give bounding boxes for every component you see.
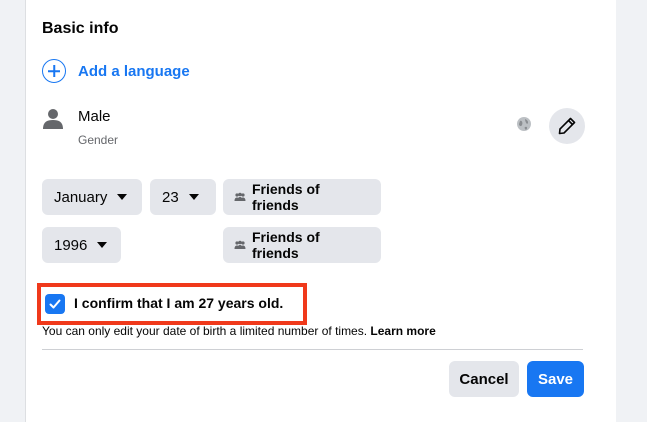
save-button[interactable]: Save <box>527 361 584 397</box>
gender-row: Male Gender <box>42 106 585 152</box>
edit-basic-info-card: Basic info Add a language Male Gender Ja… <box>25 0 616 422</box>
learn-more-link[interactable]: Learn more <box>370 324 435 338</box>
pencil-icon <box>558 117 576 135</box>
edit-limit-text: You can only edit your date of birth a l… <box>42 324 368 338</box>
add-language-button[interactable]: Add a language <box>42 59 190 83</box>
cancel-button[interactable]: Cancel <box>449 361 519 397</box>
day-select[interactable]: 23 <box>150 179 216 215</box>
person-icon <box>43 109 63 129</box>
section-title: Basic info <box>42 20 119 37</box>
age-confirm-highlight: I confirm that I am 27 years old. <box>37 283 307 325</box>
plus-circle-icon <box>42 59 66 83</box>
year-audience-button[interactable]: Friends of friends <box>223 227 381 263</box>
date-audience-button[interactable]: Friends of friends <box>223 179 381 215</box>
year-value: 1996 <box>54 236 88 254</box>
add-language-label: Add a language <box>78 62 190 80</box>
divider <box>42 349 583 350</box>
edit-limit-note: You can only edit your date of birth a l… <box>42 324 436 338</box>
year-audience-label: Friends of friends <box>251 229 320 261</box>
age-confirm-checkbox[interactable] <box>45 294 65 314</box>
edit-gender-button[interactable] <box>549 108 585 144</box>
friends-icon <box>234 192 246 201</box>
friends-icon <box>234 240 246 249</box>
date-audience-label: Friends of friends <box>251 181 320 213</box>
caret-down-icon <box>97 242 108 248</box>
gender-value: Male <box>78 108 111 125</box>
month-select[interactable]: January <box>42 179 142 215</box>
gender-label: Gender <box>78 133 119 147</box>
day-value: 23 <box>162 188 179 206</box>
year-select[interactable]: 1996 <box>42 227 121 263</box>
caret-down-icon <box>188 194 199 200</box>
globe-icon[interactable] <box>516 116 532 132</box>
month-value: January <box>54 188 108 206</box>
caret-down-icon <box>117 194 128 200</box>
checkmark-icon <box>49 299 61 309</box>
age-confirm-text: I confirm that I am 27 years old. <box>74 295 284 311</box>
